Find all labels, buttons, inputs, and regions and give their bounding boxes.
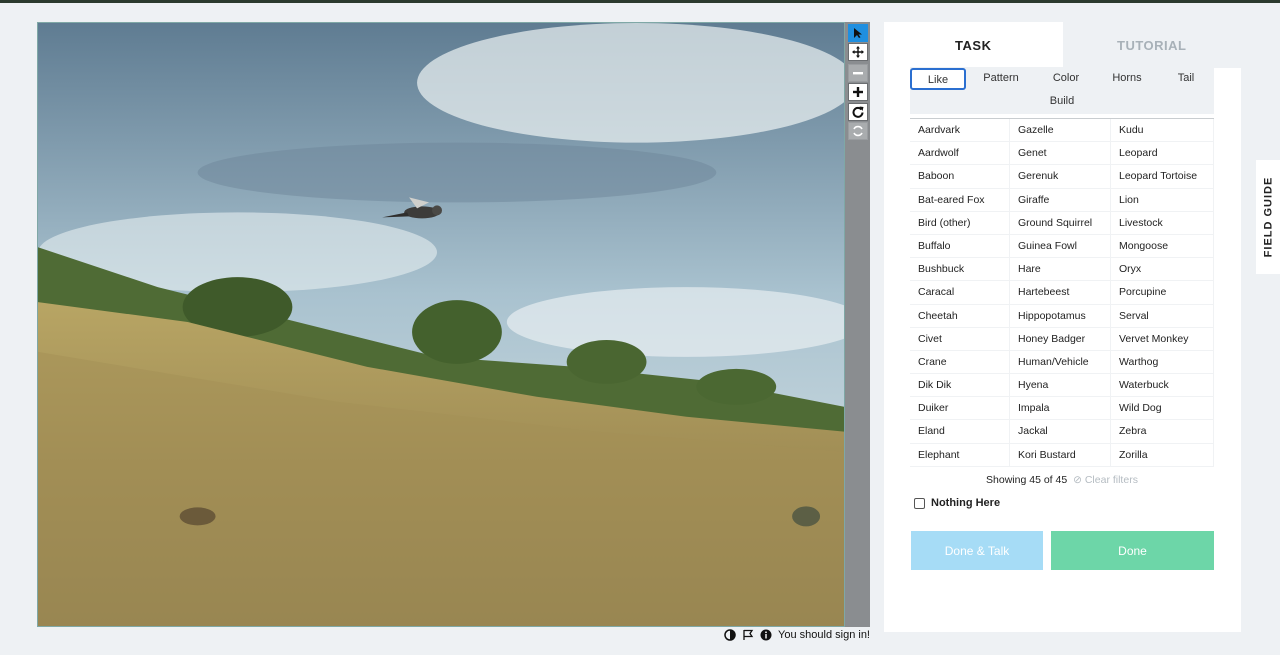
move-arrows-icon bbox=[852, 46, 864, 58]
clear-filters-label: Clear filters bbox=[1084, 474, 1138, 486]
viewer-footer: You should sign in! bbox=[724, 629, 870, 641]
species-choice[interactable]: Ground Squirrel bbox=[1010, 211, 1111, 235]
minus-icon bbox=[853, 72, 863, 75]
species-choice[interactable]: Oryx bbox=[1111, 258, 1214, 282]
sign-in-link[interactable]: You should sign in! bbox=[778, 629, 870, 641]
rotate-tool[interactable] bbox=[848, 103, 868, 121]
panel-tabs: TASK TUTORIAL bbox=[884, 22, 1241, 68]
species-choice[interactable]: Baboon bbox=[910, 165, 1010, 189]
done-and-talk-button[interactable]: Done & Talk bbox=[911, 531, 1043, 570]
clear-filters-link[interactable]: ⊘ Clear filters bbox=[1073, 474, 1138, 486]
species-choice[interactable]: Jackal bbox=[1010, 420, 1111, 444]
reset-tool[interactable] bbox=[848, 122, 868, 140]
species-choice[interactable]: Hippopotamus bbox=[1010, 304, 1111, 328]
species-choice[interactable]: Human/Vehicle bbox=[1010, 350, 1111, 375]
species-choice[interactable]: Cheetah bbox=[910, 304, 1010, 328]
species-choice[interactable]: Waterbuck bbox=[1111, 374, 1214, 398]
tab-task[interactable]: TASK bbox=[884, 22, 1063, 68]
filter-like[interactable]: Like bbox=[910, 68, 966, 90]
viewer-toolbar bbox=[845, 22, 870, 627]
species-choice[interactable]: Bird (other) bbox=[910, 211, 1010, 235]
species-choice[interactable]: Civet bbox=[910, 327, 1010, 351]
species-choice[interactable]: Vervet Monkey bbox=[1111, 327, 1214, 351]
zoom-in-tool[interactable] bbox=[848, 83, 868, 101]
filter-bar: Like Pattern Color Horns Tail Build bbox=[910, 67, 1214, 114]
species-choice[interactable]: Zebra bbox=[1111, 420, 1214, 444]
pan-tool[interactable] bbox=[848, 43, 868, 61]
species-choice[interactable]: Kudu bbox=[1111, 119, 1214, 143]
species-choice[interactable]: Buffalo bbox=[910, 234, 1010, 259]
species-choice[interactable]: Leopard bbox=[1111, 142, 1214, 166]
species-choice[interactable]: Mongoose bbox=[1111, 234, 1214, 259]
nothing-here-label: Nothing Here bbox=[931, 497, 1001, 509]
field-guide-tab[interactable]: FIELD GUIDE bbox=[1256, 160, 1280, 274]
refresh-icon bbox=[853, 125, 863, 137]
done-button[interactable]: Done bbox=[1051, 531, 1214, 570]
species-choice[interactable]: Porcupine bbox=[1111, 281, 1214, 305]
field-guide-label: FIELD GUIDE bbox=[1262, 176, 1275, 258]
savanna-scene bbox=[38, 23, 844, 626]
species-choice[interactable]: Lion bbox=[1111, 188, 1214, 212]
task-panel: TASK TUTORIAL Like Pattern Color Horns T… bbox=[884, 22, 1241, 632]
pointer-tool[interactable] bbox=[848, 24, 868, 42]
filter-tail[interactable]: Tail bbox=[1158, 68, 1214, 90]
species-choice[interactable]: Honey Badger bbox=[1010, 327, 1111, 351]
species-choice[interactable]: Hare bbox=[1010, 258, 1111, 282]
filter-color[interactable]: Color bbox=[1036, 68, 1096, 90]
filter-horns[interactable]: Horns bbox=[1096, 68, 1158, 90]
showing-count: Showing 45 of 45 ⊘ Clear filters bbox=[910, 474, 1214, 486]
species-choice[interactable]: Aardwolf bbox=[910, 142, 1010, 166]
cursor-arrow-icon bbox=[854, 28, 862, 38]
species-choice[interactable]: Zorilla bbox=[1111, 443, 1214, 467]
tab-tutorial[interactable]: TUTORIAL bbox=[1062, 22, 1241, 68]
species-choice[interactable]: Aardvark bbox=[910, 119, 1010, 143]
flag-icon[interactable] bbox=[742, 629, 754, 641]
filter-pattern[interactable]: Pattern bbox=[966, 68, 1036, 90]
species-choice[interactable]: Warthog bbox=[1111, 350, 1214, 375]
species-choice[interactable]: Bushbuck bbox=[910, 258, 1010, 282]
species-choice[interactable]: Gerenuk bbox=[1010, 165, 1111, 189]
rotate-icon bbox=[852, 106, 864, 118]
top-bar bbox=[0, 0, 1280, 3]
species-choice[interactable]: Genet bbox=[1010, 142, 1111, 166]
nothing-here-checkbox[interactable]: Nothing Here bbox=[914, 497, 1000, 509]
species-choice[interactable]: Impala bbox=[1010, 397, 1111, 421]
species-choice[interactable]: Duiker bbox=[910, 397, 1010, 421]
species-choice[interactable]: Gazelle bbox=[1010, 119, 1111, 143]
species-choice[interactable]: Leopard Tortoise bbox=[1111, 165, 1214, 189]
plus-icon bbox=[853, 87, 863, 97]
showing-text: Showing 45 of 45 bbox=[986, 474, 1068, 486]
species-choice[interactable]: Caracal bbox=[910, 281, 1010, 305]
species-choice[interactable]: Hyena bbox=[1010, 374, 1111, 398]
species-choice[interactable]: Wild Dog bbox=[1111, 397, 1214, 421]
species-choice[interactable]: Livestock bbox=[1111, 211, 1214, 235]
species-list: Aardvark Gazelle Kudu Aardwolf Genet Leopard B… bbox=[910, 118, 1214, 467]
species-choice[interactable]: Serval bbox=[1111, 304, 1214, 328]
species-choice[interactable]: Eland bbox=[910, 420, 1010, 444]
species-choice[interactable]: Dik Dik bbox=[910, 374, 1010, 398]
species-choice[interactable]: Kori Bustard bbox=[1010, 443, 1111, 467]
species-choice[interactable]: Guinea Fowl bbox=[1010, 234, 1111, 259]
species-choice[interactable]: Hartebeest bbox=[1010, 281, 1111, 305]
species-choice[interactable]: Crane bbox=[910, 350, 1010, 375]
info-icon[interactable] bbox=[760, 629, 772, 641]
species-choice[interactable]: Elephant bbox=[910, 443, 1010, 467]
checkbox-box[interactable] bbox=[914, 497, 925, 509]
contrast-icon[interactable] bbox=[724, 629, 736, 641]
subject-image[interactable] bbox=[37, 22, 845, 627]
filter-build[interactable]: Build bbox=[1032, 91, 1092, 113]
species-choice[interactable]: Bat-eared Fox bbox=[910, 188, 1010, 212]
species-choice[interactable]: Giraffe bbox=[1010, 188, 1111, 212]
zoom-out-tool[interactable] bbox=[848, 64, 868, 82]
